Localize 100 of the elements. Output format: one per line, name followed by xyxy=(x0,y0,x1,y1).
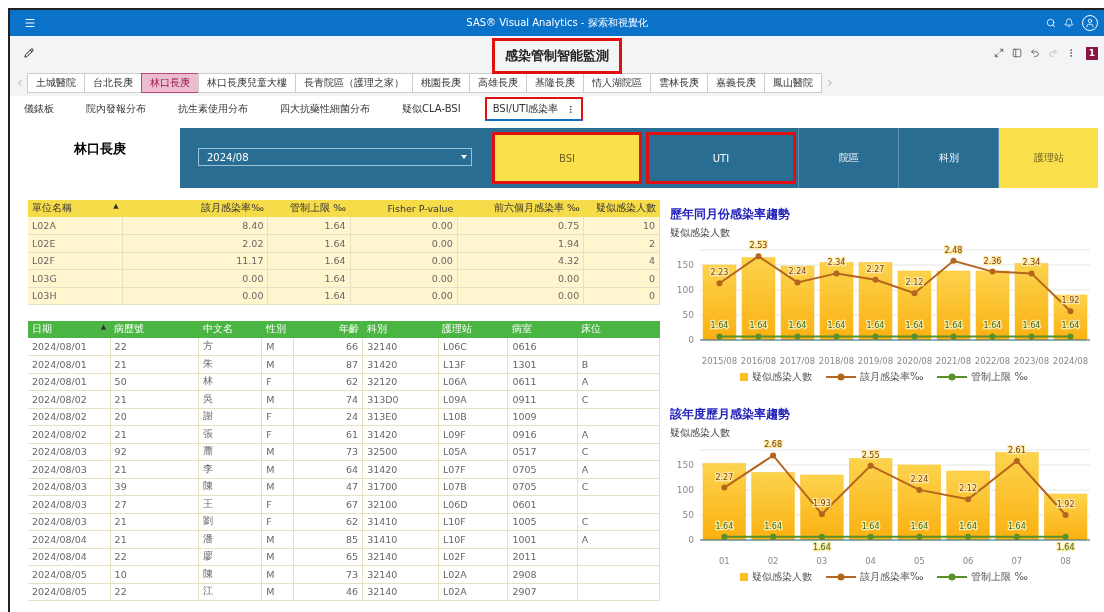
hospital-tab[interactable]: 鳳山醫院 xyxy=(764,73,822,93)
bar xyxy=(975,270,1010,341)
toggle-button[interactable]: 護理站 xyxy=(998,128,1098,188)
axis-label: 2018/08 xyxy=(818,356,855,366)
expand-icon[interactable] xyxy=(994,48,1004,58)
legend-label: 該月感染率‰ xyxy=(860,370,924,384)
data-label: 1.64 xyxy=(764,521,783,531)
legend-square-icon xyxy=(740,573,748,581)
legend-line-icon xyxy=(937,573,968,581)
data-point xyxy=(989,268,996,275)
data-point xyxy=(965,496,972,503)
data-point xyxy=(911,333,918,340)
table-cell: M xyxy=(261,338,294,356)
page-tab[interactable]: BSI/UTI感染率 xyxy=(484,97,584,121)
data-point xyxy=(1013,457,1020,464)
data-label: 2.48 xyxy=(944,245,963,255)
bell-icon[interactable] xyxy=(1064,18,1074,28)
column-header[interactable]: 該月感染率‰ xyxy=(122,200,268,217)
app-title: SAS® Visual Analytics - 探索和視覺化 xyxy=(466,16,648,30)
table-cell: 10 xyxy=(583,217,660,235)
panel-icon[interactable] xyxy=(1012,48,1022,58)
data-point xyxy=(867,533,874,540)
data-label: 2.68 xyxy=(764,440,783,450)
data-label: 1.64 xyxy=(944,321,963,331)
table-cell: 1.64 xyxy=(267,217,351,235)
data-point xyxy=(872,276,879,283)
hospital-tab[interactable]: 林口長庚兒童大樓 xyxy=(198,73,296,93)
hospital-tab[interactable]: 嘉義長庚 xyxy=(707,73,765,93)
search-icon[interactable] xyxy=(1046,18,1056,28)
data-label: 1.64 xyxy=(715,521,734,531)
axis-label: 2022/08 xyxy=(974,356,1011,366)
axis-label: 2015/08 xyxy=(701,356,738,366)
column-header[interactable]: 前六個月感染率 ‰ xyxy=(457,200,584,217)
hospital-tab[interactable]: 情人湖院區 xyxy=(583,73,651,93)
data-label: 2.24 xyxy=(788,267,807,277)
menu-icon[interactable] xyxy=(24,17,36,29)
legend-label: 疑似感染人數 xyxy=(752,370,812,384)
month-select[interactable]: 2024/08 xyxy=(198,148,472,166)
page-tab[interactable]: 儀錶板 xyxy=(16,97,62,121)
table-cell: L02A xyxy=(28,217,123,235)
page-tab[interactable]: 四大抗藥性細菌分布 xyxy=(272,97,378,121)
toggle-button[interactable]: UTI xyxy=(646,132,796,184)
page-tab[interactable]: 疑似CLA-BSI xyxy=(394,97,469,121)
data-point xyxy=(872,333,879,340)
data-point xyxy=(867,462,874,469)
hospital-tab[interactable]: 高雄長庚 xyxy=(469,73,527,93)
axis-label: 08 xyxy=(1060,556,1072,566)
pencil-icon[interactable] xyxy=(24,48,34,58)
axis-label: 01 xyxy=(718,556,730,566)
hospital-tab[interactable]: 台北長庚 xyxy=(84,73,142,93)
legend-line-icon xyxy=(937,373,968,381)
axis-label: 2021/08 xyxy=(935,356,972,366)
axis-label: 03 xyxy=(816,556,828,566)
data-point xyxy=(794,333,801,340)
data-label: 1.64 xyxy=(1007,521,1026,531)
column-header[interactable]: 疑似感染人數 xyxy=(583,200,660,217)
table-cell: 0.75 xyxy=(457,217,584,235)
axis-title: 疑似感染人數 xyxy=(670,426,731,440)
chart-title: 歷年同月份感染率趨勢 xyxy=(670,206,791,223)
legend-line-icon xyxy=(826,573,856,581)
undo-icon[interactable] xyxy=(1030,48,1040,58)
data-label: 1.64 xyxy=(1061,321,1080,331)
bar xyxy=(936,270,971,341)
column-header[interactable]: 管制上限 ‰ xyxy=(267,200,351,217)
axis-label: 0 xyxy=(688,535,694,545)
axis-label: 07 xyxy=(1011,556,1023,566)
axis-label: 50 xyxy=(682,310,694,320)
data-point xyxy=(950,257,957,264)
table-cell: 22 xyxy=(110,338,199,356)
page-tab[interactable]: 抗生素使用分布 xyxy=(170,97,256,121)
toggle-button[interactable]: BSI xyxy=(492,132,642,184)
bar xyxy=(751,472,795,541)
table-cell: 8.40 xyxy=(122,217,268,235)
badge[interactable]: 1 xyxy=(1086,46,1098,60)
data-label: 1.64 xyxy=(910,521,929,531)
data-point xyxy=(794,279,801,286)
data-label: 1.64 xyxy=(812,542,831,552)
hospital-tab[interactable]: 桃園長庚 xyxy=(412,73,470,93)
legend-label: 疑似感染人數 xyxy=(752,570,812,584)
axis-label: 2023/08 xyxy=(1013,356,1050,366)
data-point xyxy=(755,253,762,260)
hospital-tab[interactable]: 長青院區（護理之家） xyxy=(295,73,413,93)
hospital-tab[interactable]: 雲林長庚 xyxy=(650,73,708,93)
hospital-tab[interactable]: 土城醫院 xyxy=(27,73,85,93)
hospital-tab[interactable]: 林口長庚 xyxy=(141,73,199,93)
column-header[interactable]: Fisher P-value xyxy=(350,200,458,217)
data-point xyxy=(716,280,723,287)
data-point xyxy=(989,333,996,340)
bar xyxy=(1044,493,1088,541)
data-point xyxy=(1067,333,1074,340)
data-point xyxy=(818,533,825,540)
data-label: 2.24 xyxy=(910,474,929,484)
axis-label: 2020/08 xyxy=(896,356,933,366)
data-point xyxy=(1013,533,1020,540)
table-cell: 32140 xyxy=(362,338,439,356)
hospital-tab[interactable]: 基隆長庚 xyxy=(526,73,584,93)
table-cell: 方 xyxy=(198,338,262,356)
chart-title: 該年度歷月感染率趨勢 xyxy=(670,406,791,423)
data-label: 1.64 xyxy=(905,321,924,331)
page-tab[interactable]: 院內發報分布 xyxy=(78,97,154,121)
